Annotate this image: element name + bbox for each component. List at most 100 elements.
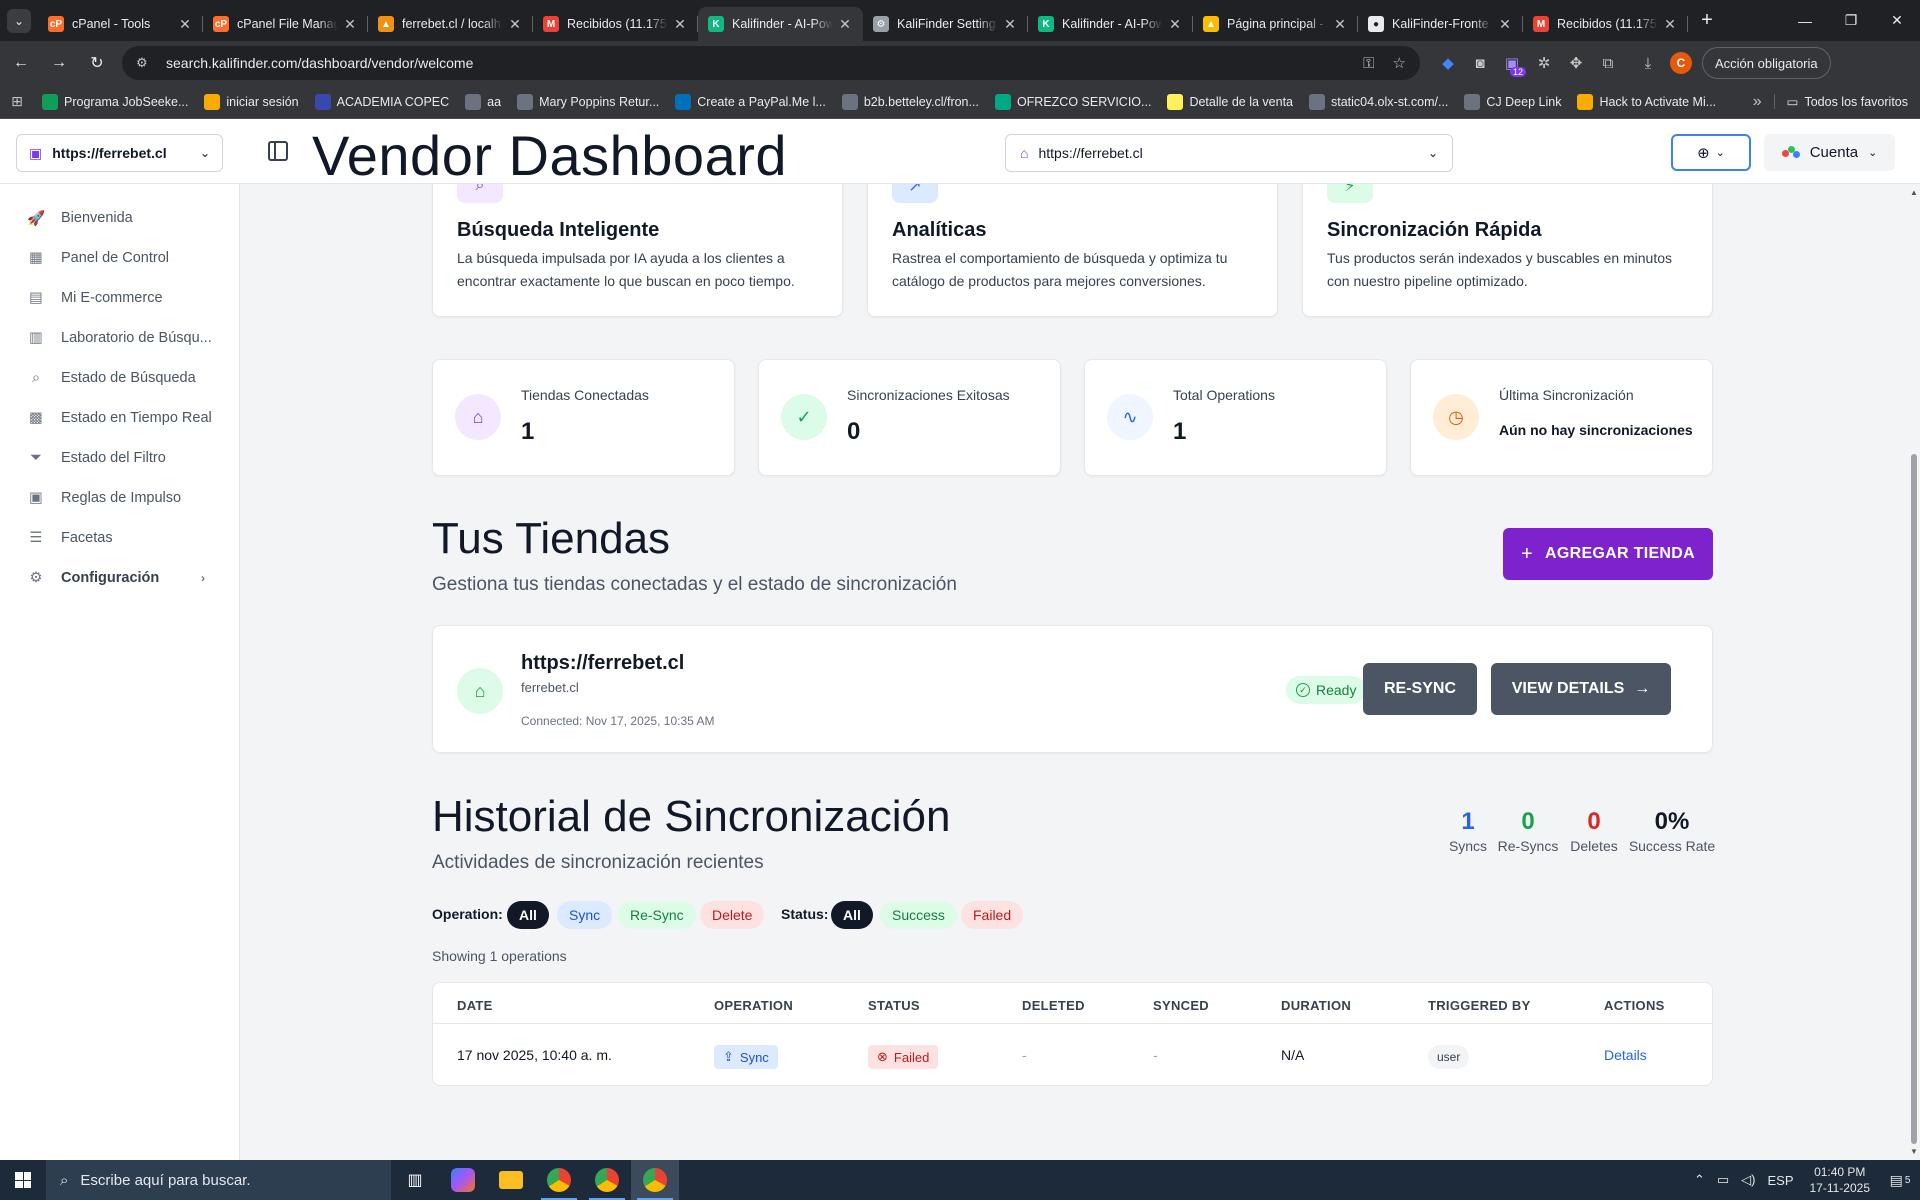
sidebar-item-rules[interactable]: ▣ Reglas de Impulso (0, 478, 239, 518)
network-icon[interactable]: ▭ (1711, 1172, 1735, 1188)
close-tab-icon[interactable]: ✕ (507, 16, 523, 33)
bookmark-item[interactable]: ACADEMIA COPEC (307, 88, 458, 116)
profile-avatar[interactable]: C (1670, 52, 1692, 74)
close-tab-icon[interactable]: ✕ (1167, 16, 1183, 33)
taskbar-app-chrome-2[interactable] (583, 1160, 631, 1200)
bookmark-item[interactable]: aa (457, 88, 509, 116)
sidebar-item-dashboard[interactable]: ▦ Panel de Control (0, 238, 239, 278)
bookmark-item[interactable]: Detalle de la venta (1159, 88, 1301, 116)
screenshot-extension-icon[interactable]: ◙ (1464, 47, 1496, 79)
browser-tab[interactable]: M Recibidos (11.175 ✕ (1523, 7, 1688, 41)
sidebar-item-gear[interactable]: ⚙ Configuración › (0, 558, 239, 598)
minimize-button[interactable]: — (1782, 0, 1828, 41)
more-bookmarks-icon[interactable]: » (1741, 93, 1774, 111)
downloads-icon[interactable]: ⤓ (1632, 47, 1664, 79)
resync-button[interactable]: RE-SYNC (1363, 663, 1477, 715)
reload-button[interactable]: ↻ (80, 46, 114, 80)
taskbar-app-chrome-3[interactable] (631, 1160, 679, 1200)
browser-tab[interactable]: cP cPanel - Tools ✕ (38, 7, 203, 41)
site-info-icon[interactable]: ⚙ (136, 55, 156, 71)
browser-tab[interactable]: ▲ Página principal - ✕ (1193, 7, 1358, 41)
taskbar-app-explorer[interactable] (487, 1160, 535, 1200)
start-button[interactable] (0, 1160, 46, 1200)
close-tab-icon[interactable]: ✕ (1662, 16, 1678, 33)
apps-grid-icon[interactable]: ⊞ (0, 93, 34, 110)
close-tab-icon[interactable]: ✕ (672, 16, 688, 33)
close-tab-icon[interactable]: ✕ (342, 16, 358, 33)
close-tab-icon[interactable]: ✕ (1332, 16, 1348, 33)
back-button[interactable]: ← (4, 46, 38, 80)
taskbar-search[interactable]: ⌕ Escribe aquí para buscar. (46, 1160, 391, 1200)
password-key-icon[interactable]: ⚿ (1363, 55, 1374, 72)
language-indicator[interactable]: ESP (1761, 1173, 1799, 1188)
taskbar-app-chrome-1[interactable] (535, 1160, 583, 1200)
bookmark-item[interactable]: Create a PayPal.Me l... (667, 88, 834, 116)
taskbar-app-copilot[interactable] (439, 1160, 487, 1200)
operation-filter-chip[interactable]: Delete (700, 901, 765, 929)
sidebar-item-lab[interactable]: ▥ Laboratorio de Búsqu... (0, 318, 239, 358)
bookmark-item[interactable]: Mary Poppins Retur... (509, 88, 667, 116)
page-scrollbar[interactable]: ▲ ▼ (1908, 184, 1920, 1160)
tab-search-button[interactable]: ⌄ (0, 0, 38, 41)
browser-tab[interactable]: cP cPanel File Manag ✕ (203, 7, 368, 41)
store-url-selector[interactable]: ⌂ https://ferrebet.cl ⌄ (1005, 134, 1453, 172)
browser-tab[interactable]: ▲ ferrebet.cl / localh ✕ (368, 7, 533, 41)
add-store-button[interactable]: + AGREGAR TIENDA (1503, 528, 1713, 580)
extension-badge-icon[interactable]: ▣ 12 (1496, 47, 1528, 79)
bookmark-item[interactable]: iniciar sesión (196, 88, 306, 116)
extension-tag-icon[interactable]: ◆ (1432, 47, 1464, 79)
volume-icon[interactable]: ◁) (1735, 1172, 1761, 1188)
forward-button[interactable]: → (42, 46, 76, 80)
bookmark-item[interactable]: OFREZCO SERVICIO... (987, 88, 1160, 116)
close-tab-icon[interactable]: ✕ (177, 16, 193, 33)
scroll-down-icon[interactable]: ▼ (1910, 1147, 1918, 1156)
row-details-link[interactable]: Details (1604, 1047, 1647, 1063)
bookmark-item[interactable]: CJ Deep Link (1456, 88, 1569, 116)
scroll-up-icon[interactable]: ▲ (1910, 188, 1918, 197)
bookmark-item[interactable]: Hack to Activate Mi... (1569, 88, 1724, 116)
close-window-button[interactable]: ✕ (1874, 0, 1920, 41)
close-tab-icon[interactable]: ✕ (837, 16, 853, 33)
operation-filter-chip[interactable]: All (507, 901, 549, 929)
sidebar-item-list[interactable]: ☰ Facetas (0, 518, 239, 558)
all-bookmarks-folder[interactable]: ▭ Todos los favoritos (1773, 94, 1920, 109)
status-filter-chip[interactable]: Failed (961, 901, 1024, 929)
clock[interactable]: 01:40 PM 17-11-2025 (1800, 1164, 1881, 1196)
bookmark-item[interactable]: static04.olx-st.com/... (1301, 88, 1456, 116)
tray-chevron-up-icon[interactable]: ⌃ (1688, 1172, 1711, 1188)
browser-tab[interactable]: K Kalifinder - AI-Pow ✕ (1028, 7, 1193, 41)
sidebar-item-rocket[interactable]: 🚀 Bienvenida (0, 198, 239, 238)
status-filter-chip[interactable]: All (831, 901, 873, 929)
task-view-button[interactable]: ▥ (391, 1160, 439, 1200)
sidebar-item-search[interactable]: ⌕ Estado de Búsqueda (0, 358, 239, 398)
action-required-button[interactable]: Acción obligatoria (1702, 47, 1831, 79)
store-selector[interactable]: ▣ https://ferrebet.cl ⌄ (16, 134, 223, 172)
browser-tab[interactable]: ● KaliFinder-Fronte ✕ (1358, 7, 1523, 41)
extension-pointer-icon[interactable]: ✥ (1560, 47, 1592, 79)
close-tab-icon[interactable]: ✕ (1497, 16, 1513, 33)
restore-button[interactable]: ❐ (1828, 0, 1874, 41)
sidebar-item-realtime[interactable]: ▩ Estado en Tiempo Real (0, 398, 239, 438)
browser-tab[interactable]: ⚙ KaliFinder Setting ✕ (863, 7, 1028, 41)
scrollbar-thumb[interactable] (1911, 454, 1917, 1144)
browser-tab[interactable]: M Recibidos (11.175 ✕ (533, 7, 698, 41)
extension-x-icon[interactable]: ✲ (1528, 47, 1560, 79)
bookmark-star-icon[interactable]: ☆ (1393, 54, 1406, 72)
bookmark-item[interactable]: Programa JobSeeke... (34, 88, 196, 116)
account-button[interactable]: Cuenta ⌄ (1764, 134, 1895, 171)
operation-filter-chip[interactable]: Re-Sync (618, 901, 696, 929)
bookmark-item[interactable]: b2b.betteley.cl/fron... (834, 88, 987, 116)
browser-tab[interactable]: K Kalifinder - AI-Pow ✕ (698, 7, 863, 41)
language-button[interactable]: ⊕ ⌄ (1671, 134, 1751, 171)
operation-filter-chip[interactable]: Sync (557, 901, 613, 929)
status-filter-chip[interactable]: Success (880, 901, 957, 929)
extensions-puzzle-icon[interactable]: ⧉ (1592, 47, 1624, 79)
notifications-button[interactable]: ▤ 5 (1880, 1172, 1920, 1189)
sidebar-item-store[interactable]: ▤ Mi E-commerce (0, 278, 239, 318)
sidebar-toggle-icon[interactable] (268, 141, 288, 161)
new-tab-button[interactable]: + (1690, 4, 1724, 38)
address-bar[interactable]: ⚙ search.kalifinder.com/dashboard/vendor… (122, 46, 1420, 80)
sidebar-item-filter[interactable]: ⏷ Estado del Filtro (0, 438, 239, 478)
view-details-button[interactable]: VIEW DETAILS → (1491, 663, 1671, 715)
close-tab-icon[interactable]: ✕ (1002, 16, 1018, 33)
